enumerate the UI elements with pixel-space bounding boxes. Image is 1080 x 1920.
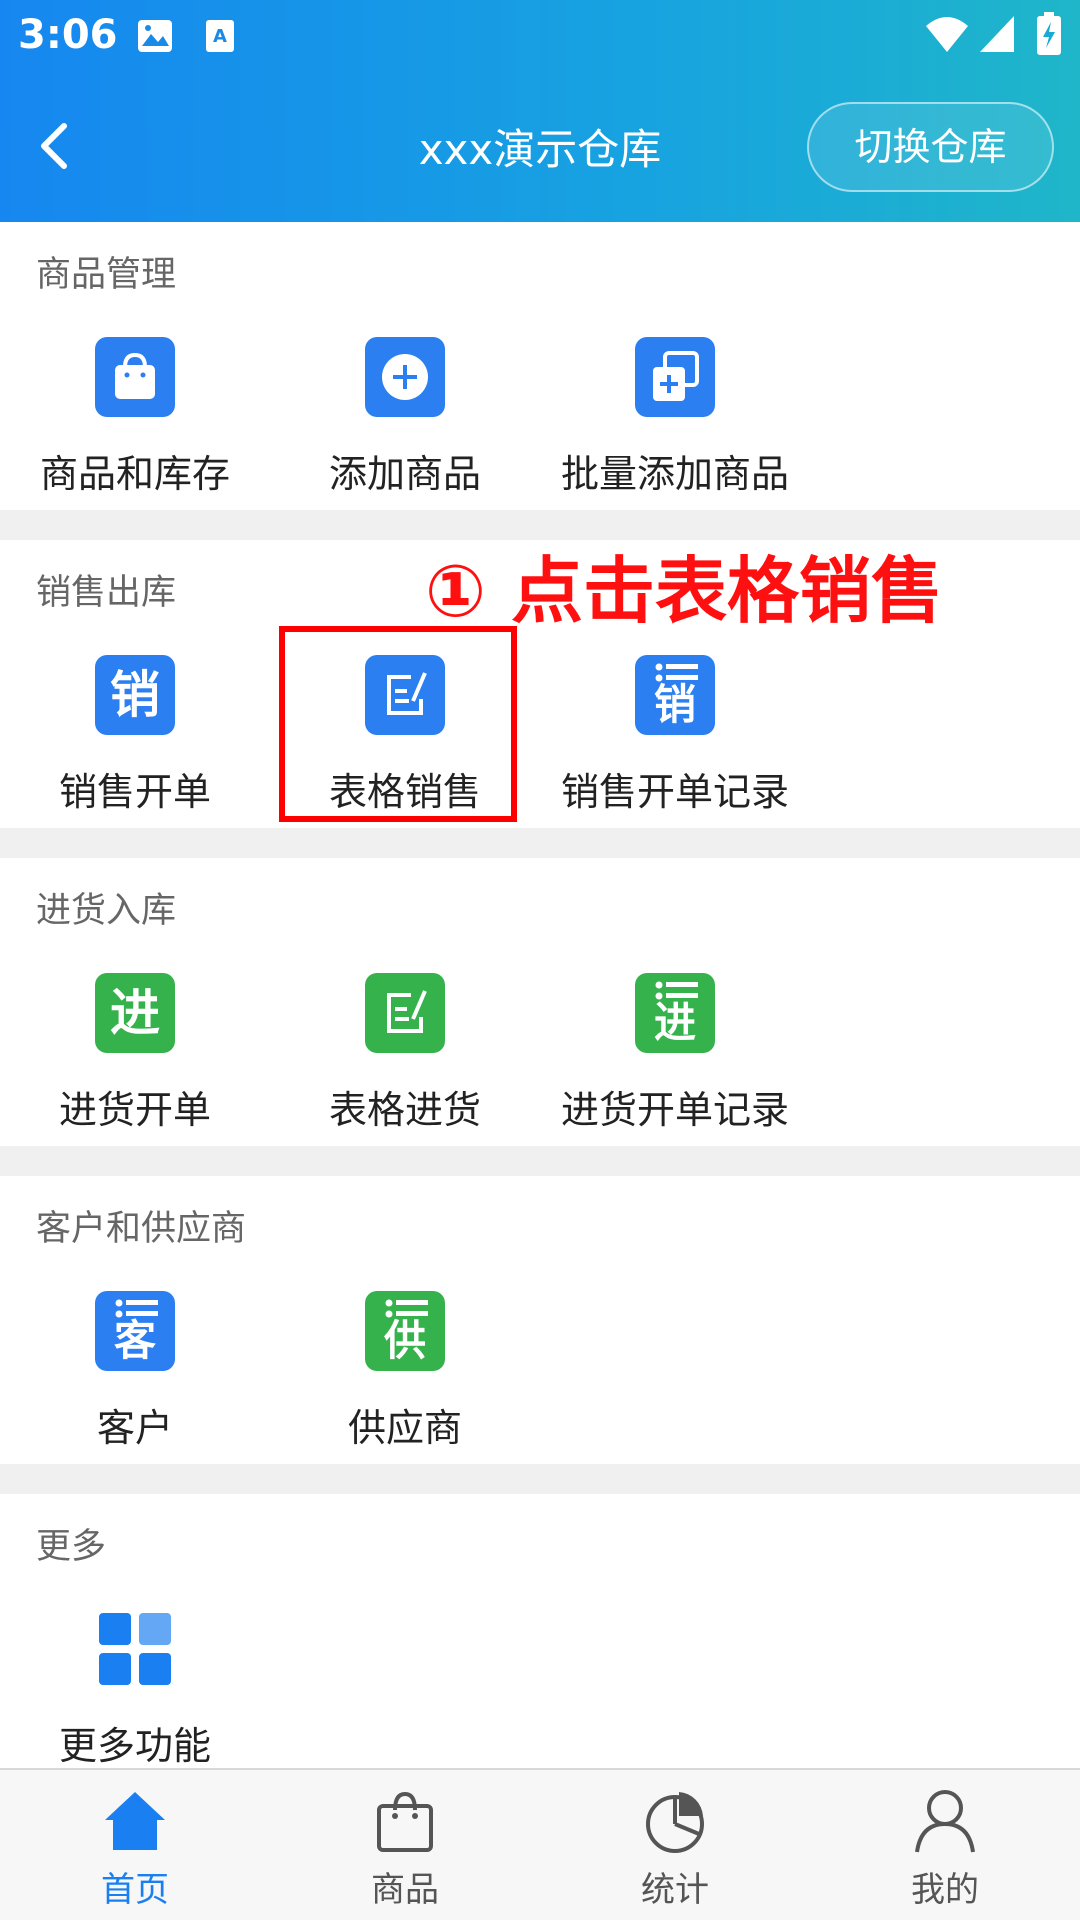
- sale-record-icon: 销: [635, 655, 715, 735]
- icon-glyph: 客: [113, 1316, 156, 1365]
- shopping-bag-icon: [95, 337, 175, 417]
- grid-icon: [95, 1609, 175, 1689]
- home-icon: [105, 1792, 165, 1850]
- annotation-text: ① 点击表格销售: [425, 549, 944, 633]
- section-title: 客户和供应商: [36, 1209, 247, 1249]
- section-title: 进货入库: [36, 891, 177, 931]
- tile-purchase-records[interactable]: 进 进货开单记录: [540, 973, 810, 1133]
- wifi-icon: [926, 17, 968, 52]
- app-header: 3:06 A xxx演示仓库 切换仓库: [0, 0, 1080, 222]
- tab-products[interactable]: 商品: [270, 1770, 540, 1920]
- tile-form-purchase[interactable]: 表格进货: [270, 973, 540, 1133]
- section-title: 更多: [36, 1527, 107, 1567]
- tile-suppliers[interactable]: 供 供应商: [270, 1291, 540, 1451]
- tile-label: 供应商: [347, 1406, 462, 1450]
- bag-icon: [377, 1791, 433, 1852]
- sale-icon: 销: [95, 655, 175, 735]
- annotation-highlight-box: [279, 626, 517, 822]
- add-circle-icon: [365, 337, 445, 417]
- form-edit-icon: [365, 973, 445, 1053]
- icon-glyph: 销: [110, 666, 160, 724]
- icon-glyph: 进: [653, 998, 696, 1047]
- tile-more-functions[interactable]: 更多功能: [0, 1609, 270, 1769]
- tile-label: 进货开单记录: [560, 1088, 789, 1132]
- tile-batch-add-product[interactable]: 批量添加商品: [540, 337, 810, 497]
- section-title: 商品管理: [36, 255, 177, 295]
- customer-icon: 客: [95, 1291, 175, 1371]
- section-more: 更多 更多功能: [0, 1494, 1080, 1768]
- status-bar: 3:06 A: [0, 0, 1080, 76]
- tile-add-product[interactable]: 添加商品: [270, 337, 540, 497]
- switch-warehouse-button[interactable]: 切换仓库: [807, 102, 1054, 192]
- tab-mine[interactable]: 我的: [810, 1770, 1080, 1920]
- signal-icon: [980, 16, 1014, 52]
- pie-chart-icon: [646, 1792, 704, 1853]
- tile-sales-order[interactable]: 销 销售开单: [0, 655, 270, 815]
- bottom-navigation: 首页 商品 统计 我的: [0, 1768, 1080, 1920]
- battery-icon: [1037, 12, 1061, 55]
- back-arrow-icon[interactable]: [28, 112, 88, 178]
- tab-label: 商品: [371, 1870, 439, 1910]
- tile-products-inventory[interactable]: 商品和库存: [0, 337, 270, 497]
- page-title: xxx演示仓库: [418, 125, 662, 174]
- tab-label: 首页: [101, 1870, 169, 1910]
- section-title: 销售出库: [36, 573, 177, 613]
- icon-glyph: 销: [653, 680, 696, 729]
- batch-add-icon: [635, 337, 715, 417]
- tile-label: 更多功能: [58, 1724, 211, 1768]
- user-icon: [915, 1790, 975, 1853]
- svg-text:A: A: [213, 26, 227, 47]
- supplier-icon: 供: [365, 1291, 445, 1371]
- icon-glyph: 进: [110, 984, 160, 1042]
- section-customers-suppliers: 客户和供应商 客 客户 供 供应商: [0, 1176, 1080, 1464]
- purchase-record-icon: 进: [635, 973, 715, 1053]
- tile-purchase-order[interactable]: 进 进货开单: [0, 973, 270, 1133]
- tab-home[interactable]: 首页: [0, 1770, 270, 1920]
- tab-statistics[interactable]: 统计: [540, 1770, 810, 1920]
- purchase-icon: 进: [95, 973, 175, 1053]
- tab-label: 我的: [911, 1870, 979, 1910]
- navigation-bar: xxx演示仓库 切换仓库: [0, 90, 1080, 200]
- tile-label: 销售开单记录: [560, 770, 789, 814]
- status-time: 3:06: [18, 12, 118, 58]
- icon-glyph: 供: [383, 1316, 426, 1365]
- tab-label: 统计: [641, 1870, 709, 1910]
- section-product-management: 商品管理 商品和库存 添加商品 批量添加商品: [0, 222, 1080, 510]
- section-purchase-inbound: 进货入库 进 进货开单 表格进货 进 进货开单记录: [0, 858, 1080, 1146]
- tile-sales-records[interactable]: 销 销售开单记录: [540, 655, 810, 815]
- app-notification-icon: A: [206, 20, 234, 52]
- tile-label: 批量添加商品: [560, 452, 789, 496]
- image-notification-icon: [138, 20, 172, 52]
- tile-customers[interactable]: 客 客户: [0, 1291, 270, 1451]
